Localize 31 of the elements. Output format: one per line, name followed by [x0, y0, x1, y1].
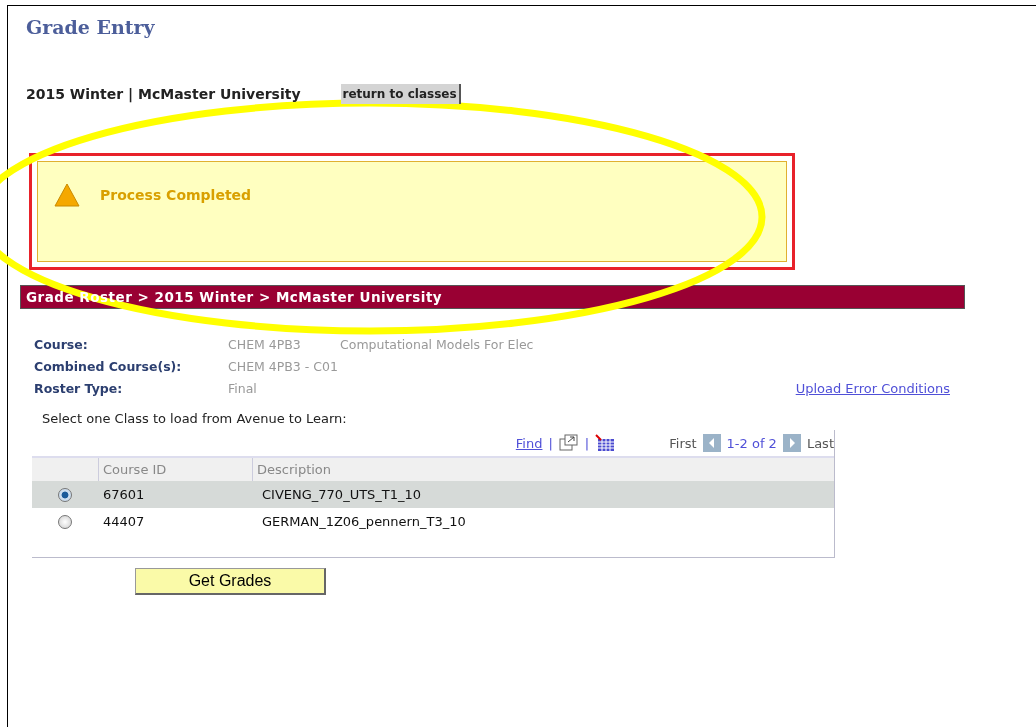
find-link[interactable]: Find: [515, 435, 543, 451]
separator: |: [584, 435, 590, 451]
field-value: CHEM 4PB3: [228, 336, 302, 352]
get-grades-button[interactable]: Get Grades: [135, 568, 326, 595]
table-cell-text: 44407: [102, 514, 146, 529]
last-label: Last: [806, 435, 834, 451]
field-value: Final: [228, 380, 258, 396]
instruction-text: Select one Class to load from Avenue to Learn:: [42, 411, 348, 426]
popout-icon[interactable]: [558, 434, 579, 452]
field-value: CHEM 4PB3 - C01: [228, 358, 339, 374]
grid-download-icon[interactable]: [595, 434, 616, 452]
upload-link[interactable]: Upload Error Conditions: [795, 380, 950, 396]
page-title: Grade Entry: [25, 15, 156, 40]
field-label: Combined Course(s):: [34, 358, 183, 374]
return-button[interactable]: return to classes: [340, 84, 461, 104]
table-cell-text: GERMAN_1Z06_pennern_T3_10: [261, 514, 467, 529]
field-value: Computational Models For Elec: [340, 336, 534, 352]
first-label: First: [669, 435, 697, 451]
term-label: 2015 Winter | McMaster University: [26, 86, 301, 102]
table-cell-text: CIVENG_770_UTS_T1_10: [261, 487, 423, 502]
row-radio[interactable]: [58, 514, 72, 529]
field-label: Roster Type:: [34, 380, 124, 396]
row-radio[interactable]: [58, 487, 72, 502]
field-label: Course:: [34, 336, 89, 352]
page-range: 1-2 of 2: [726, 435, 777, 451]
warning-icon: [54, 183, 80, 207]
separator: |: [548, 435, 553, 451]
message-text: Process Completed: [100, 187, 252, 203]
previous-icon[interactable]: [702, 434, 721, 452]
next-icon[interactable]: [782, 434, 801, 452]
table-cell-text: 67601: [102, 487, 146, 502]
